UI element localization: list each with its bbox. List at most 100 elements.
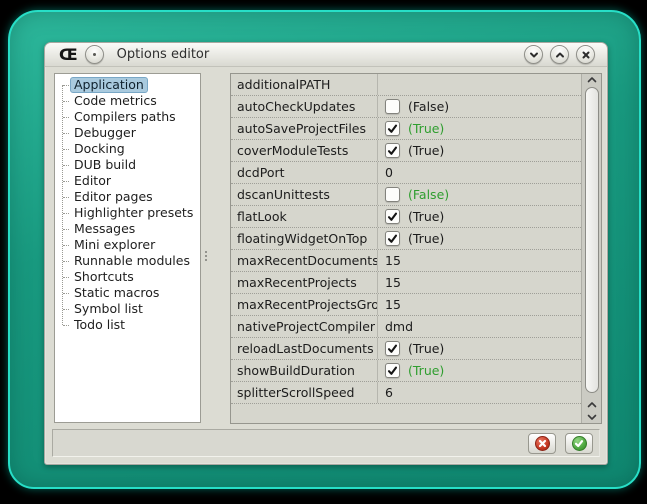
check-icon [387, 146, 398, 156]
property-row-flatLook[interactable]: flatLook (True) [231, 206, 581, 228]
property-row-maxRecentDocuments[interactable]: maxRecentDocuments 15 [231, 250, 581, 272]
scroll-up-button-bottom[interactable] [582, 399, 601, 411]
property-value-cell [377, 74, 581, 95]
property-row-autoSaveProjectFiles[interactable]: autoSaveProjectFiles (True) [231, 118, 581, 140]
cancel-x-icon [535, 436, 550, 451]
sidebar-item-messages[interactable]: Messages [55, 221, 200, 237]
sidebar-item-label: Application [70, 77, 148, 93]
checkbox[interactable] [385, 231, 400, 246]
property-row-showBuildDuration[interactable]: showBuildDuration (True) [231, 360, 581, 382]
shade-button[interactable] [524, 45, 543, 64]
titlebar[interactable]: Œ Options editor [45, 43, 607, 67]
sidebar-item-editor-pages[interactable]: Editor pages [55, 189, 200, 205]
sidebar-item-todo-list[interactable]: Todo list [55, 317, 200, 333]
property-row-additionalPATH[interactable]: additionalPATH [231, 74, 581, 96]
property-name: splitterScrollSpeed [231, 382, 377, 403]
property-value: (True) [408, 363, 444, 378]
checkbox[interactable] [385, 363, 400, 378]
close-icon [580, 49, 592, 61]
sidebar-item-application[interactable]: Application [55, 77, 200, 93]
property-value-cell: 6 [377, 382, 581, 403]
property-row-dscanUnittests[interactable]: dscanUnittests (False) [231, 184, 581, 206]
category-tree-items: Application Code metrics Compilers paths… [55, 77, 200, 333]
chevron-up-icon [587, 401, 597, 409]
property-rows: additionalPATH autoCheckUpdates (False) … [231, 74, 581, 404]
chevron-up-icon [587, 76, 597, 84]
property-value: (True) [408, 121, 444, 136]
checkbox[interactable] [385, 121, 400, 136]
check-icon [387, 124, 398, 134]
property-name: additionalPATH [231, 74, 377, 95]
close-button[interactable] [576, 45, 595, 64]
splitter-handle[interactable] [204, 250, 208, 261]
sidebar-item-symbol-list[interactable]: Symbol list [55, 301, 200, 317]
property-row-maxRecentProjects[interactable]: maxRecentProjects 15 [231, 272, 581, 294]
property-value-cell: (False) [377, 184, 581, 205]
scroll-up-button[interactable] [582, 74, 601, 86]
sidebar-item-runnable-modules[interactable]: Runnable modules [55, 253, 200, 269]
property-value-cell: 15 [377, 294, 581, 315]
property-grid: additionalPATH autoCheckUpdates (False) … [230, 73, 602, 424]
sidebar-item-debugger[interactable]: Debugger [55, 125, 200, 141]
property-value-cell: (True) [377, 338, 581, 359]
sidebar-item-editor[interactable]: Editor [55, 173, 200, 189]
property-row-autoCheckUpdates[interactable]: autoCheckUpdates (False) [231, 96, 581, 118]
property-row-floatingWidgetOnTop[interactable]: floatingWidgetOnTop (True) [231, 228, 581, 250]
checkbox[interactable] [385, 341, 400, 356]
property-row-splitterScrollSpeed[interactable]: splitterScrollSpeed 6 [231, 382, 581, 404]
property-row-coverModuleTests[interactable]: coverModuleTests (True) [231, 140, 581, 162]
sidebar-item-compilers-paths[interactable]: Compilers paths [55, 109, 200, 125]
sidebar-item-label: Static macros [70, 285, 163, 301]
checkbox[interactable] [385, 187, 400, 202]
property-name: dscanUnittests [231, 184, 377, 205]
check-icon [387, 366, 398, 376]
sidebar-item-label: Docking [70, 141, 129, 157]
sidebar-item-label: Shortcuts [70, 269, 138, 285]
window-menu-icon [93, 53, 96, 56]
sidebar-item-dub-build[interactable]: DUB build [55, 157, 200, 173]
property-name: nativeProjectCompiler [231, 316, 377, 337]
sidebar-item-highlighter-presets[interactable]: Highlighter presets [55, 205, 200, 221]
vertical-scrollbar[interactable] [581, 74, 601, 423]
property-value: 15 [385, 275, 401, 290]
property-row-nativeProjectCompiler[interactable]: nativeProjectCompiler dmd [231, 316, 581, 338]
property-value-cell: 15 [377, 250, 581, 271]
accept-check-icon [572, 436, 587, 451]
property-name: floatingWidgetOnTop [231, 228, 377, 249]
cancel-button[interactable] [528, 433, 556, 454]
property-name: maxRecentProjects [231, 272, 377, 293]
check-icon [387, 212, 398, 222]
window-title: Options editor [117, 47, 524, 62]
dialog-client-area: Application Code metrics Compilers paths… [46, 67, 606, 463]
property-value: (True) [408, 143, 444, 158]
accept-button[interactable] [565, 433, 593, 454]
property-value: 6 [385, 385, 393, 400]
property-name: maxRecentDocuments [231, 250, 377, 271]
property-value-cell: 0 [377, 162, 581, 183]
sidebar-item-docking[interactable]: Docking [55, 141, 200, 157]
property-value: (False) [408, 187, 449, 202]
sidebar-item-code-metrics[interactable]: Code metrics [55, 93, 200, 109]
scroll-down-button[interactable] [582, 411, 601, 423]
sidebar-item-static-macros[interactable]: Static macros [55, 285, 200, 301]
checkbox[interactable] [385, 143, 400, 158]
checkbox[interactable] [385, 99, 400, 114]
property-value-cell: (False) [377, 96, 581, 117]
property-row-maxRecentProjectsGrou[interactable]: maxRecentProjectsGrou 15 [231, 294, 581, 316]
property-name: dcdPort [231, 162, 377, 183]
options-editor-dialog: Œ Options editor [44, 42, 608, 465]
unshade-button[interactable] [550, 45, 569, 64]
property-row-reloadLastDocuments[interactable]: reloadLastDocuments (True) [231, 338, 581, 360]
scrollbar-thumb[interactable] [585, 87, 599, 393]
property-value: (True) [408, 209, 444, 224]
property-row-dcdPort[interactable]: dcdPort 0 [231, 162, 581, 184]
sidebar-item-shortcuts[interactable]: Shortcuts [55, 269, 200, 285]
chevron-up-icon [554, 49, 566, 61]
sidebar-item-mini-explorer[interactable]: Mini explorer [55, 237, 200, 253]
property-value-cell: 15 [377, 272, 581, 293]
property-value: 0 [385, 165, 393, 180]
property-value-cell: dmd [377, 316, 581, 337]
checkbox[interactable] [385, 209, 400, 224]
window-menu-button[interactable] [85, 45, 104, 64]
sidebar-item-label: Highlighter presets [70, 205, 197, 221]
